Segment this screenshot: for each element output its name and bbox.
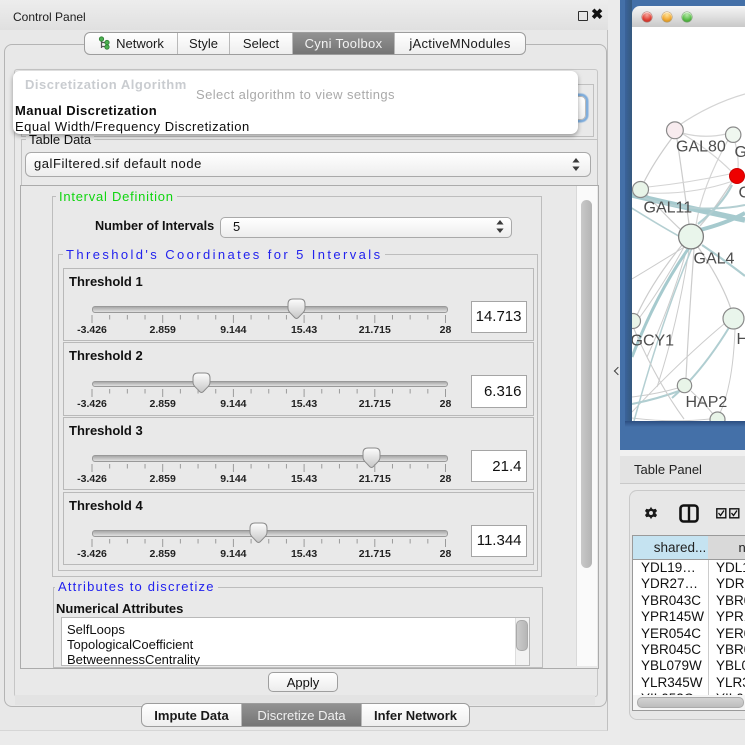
- svg-text:GAL11: GAL11: [644, 200, 693, 217]
- svg-text:GCY1: GCY1: [632, 333, 674, 350]
- svg-text:H: H: [737, 331, 745, 348]
- svg-text:HAP2: HAP2: [686, 394, 728, 411]
- svg-text:GAL80: GAL80: [676, 139, 726, 156]
- svg-text:GA: GA: [735, 144, 745, 161]
- svg-text:C: C: [739, 185, 745, 202]
- svg-text:GAL4: GAL4: [694, 251, 735, 268]
